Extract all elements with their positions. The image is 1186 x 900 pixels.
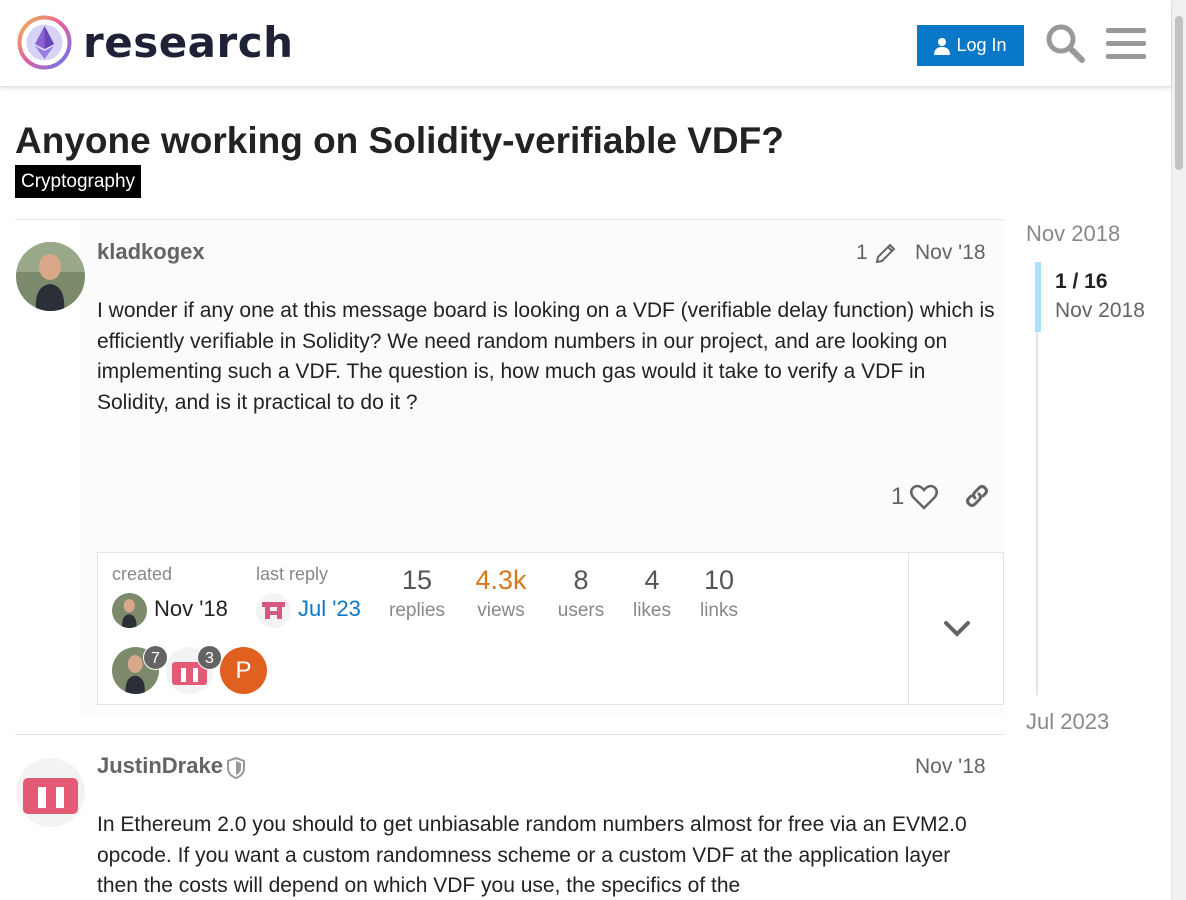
pencil-icon [875, 243, 896, 264]
last-reply-avatar[interactable] [256, 593, 291, 628]
divider [15, 734, 1004, 735]
last-reply-label: last reply [256, 564, 329, 584]
links-label: links [699, 600, 738, 621]
like-button[interactable]: 1 [891, 483, 939, 511]
scrollbar-thumb[interactable] [1175, 16, 1183, 170]
login-button[interactable]: Log In [917, 25, 1024, 66]
views-label: views [477, 600, 525, 621]
site-name: research [83, 18, 294, 67]
ethereum-research-logo-icon [17, 15, 72, 70]
views-count: 4.3k [475, 565, 527, 595]
kladkogex-avatar-image [16, 242, 85, 311]
timeline-position-date: Nov 2018 [1055, 299, 1145, 322]
page-scrollbar[interactable] [1171, 0, 1186, 900]
post-date[interactable]: Nov '18 [915, 241, 986, 265]
participant-avatar[interactable]: P [220, 647, 267, 694]
site-logo[interactable]: research [16, 14, 294, 71]
timeline-position: 1 / 16 [1055, 270, 1108, 293]
created-label: created [112, 564, 173, 584]
search-icon[interactable] [1044, 22, 1086, 64]
post-date[interactable]: Nov '18 [915, 755, 986, 779]
created-date: Nov '18 [154, 596, 228, 621]
post-username[interactable]: JustinDrake [97, 753, 223, 779]
participant-post-count: 7 [143, 645, 168, 670]
participant-post-count: 3 [197, 645, 222, 670]
users-label: users [557, 600, 605, 621]
expand-topic-map-button[interactable] [908, 553, 1004, 704]
users-count: 8 [573, 565, 589, 595]
moderator-shield-icon [227, 757, 245, 779]
participant-initial: P [235, 656, 252, 684]
topic-map: created Nov '18 last reply Jul '23 15 re… [97, 552, 1004, 705]
justindrake-avatar-image [23, 778, 78, 814]
post-body: In Ethereum 2.0 you should to get unbias… [97, 813, 967, 897]
post-username[interactable]: kladkogex [97, 239, 205, 265]
like-count: 1 [891, 483, 905, 510]
timeline-end-date[interactable]: Jul 2023 [1026, 709, 1109, 735]
post-body: I wonder if any one at this message boar… [97, 299, 995, 414]
hamburger-menu-icon[interactable] [1106, 25, 1146, 61]
chevron-down-icon [943, 620, 970, 637]
avatar[interactable] [16, 242, 85, 311]
share-link-icon[interactable] [963, 482, 991, 510]
avatar[interactable] [16, 758, 85, 827]
replies-count: 15 [401, 565, 433, 595]
site-header: research Log In [0, 0, 1171, 87]
category-badge[interactable]: Cryptography [15, 165, 142, 198]
creator-avatar[interactable] [112, 593, 147, 628]
user-icon [934, 37, 951, 55]
topic-title[interactable]: Anyone working on Solidity-verifiable VD… [15, 120, 784, 162]
edit-history-button[interactable]: 1 [856, 241, 898, 265]
identicon-avatar-image [262, 602, 285, 619]
timeline-start-date[interactable]: Nov 2018 [1026, 221, 1120, 247]
last-reply-date[interactable]: Jul '23 [298, 596, 361, 622]
login-label: Log In [956, 35, 1007, 55]
links-count: 10 [703, 565, 735, 595]
timeline-handle[interactable] [1035, 262, 1041, 332]
replies-label: replies [389, 600, 445, 621]
heart-icon [910, 484, 939, 510]
edit-count: 1 [856, 241, 868, 264]
kladkogex-avatar-image [112, 593, 147, 628]
